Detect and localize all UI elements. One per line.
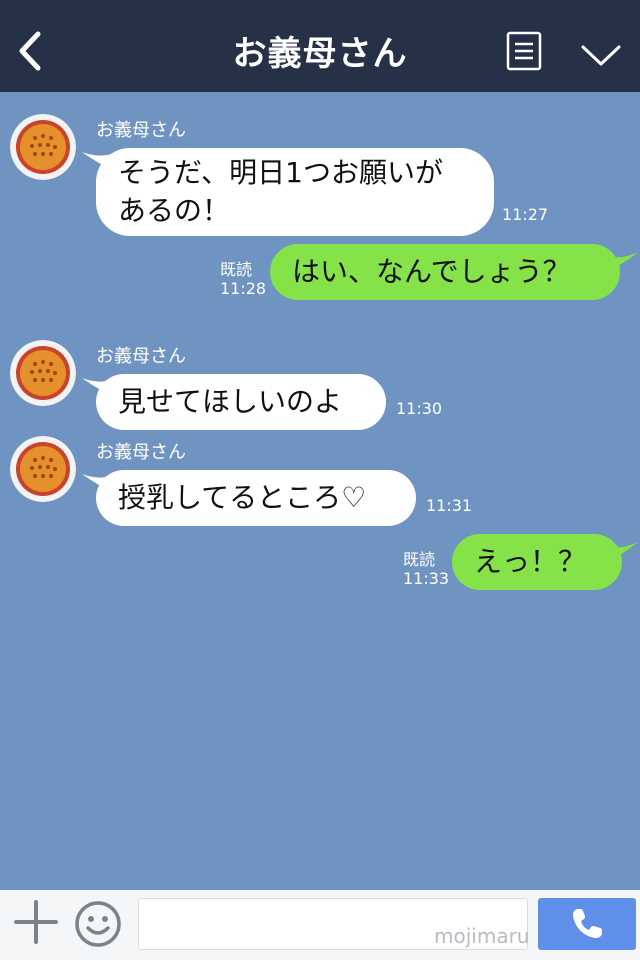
message-text: 見せてほしいのよ	[118, 385, 343, 418]
message-text: 授乳してるところ♡	[118, 481, 367, 514]
phone-icon	[573, 909, 602, 938]
message-bubble[interactable]: えっ！？	[452, 534, 622, 590]
sender-name: お義母さん	[96, 120, 186, 141]
message-time: 11:31	[426, 496, 473, 515]
message-time: 11:30	[396, 399, 443, 418]
read-label: 既読	[403, 550, 436, 569]
message-bubble[interactable]: はい、なんでしょう？	[270, 244, 620, 300]
menu-icon[interactable]	[506, 31, 542, 71]
chat-title: お義母さん	[232, 34, 408, 74]
read-label: 既読	[220, 260, 253, 279]
chat-header: お義母さん	[0, 0, 640, 92]
message-time: 11:33	[403, 569, 450, 588]
message-time: 11:28	[220, 279, 267, 298]
emoji-icon[interactable]	[74, 900, 122, 948]
avatar[interactable]	[10, 114, 76, 180]
message-line: あるの！	[118, 194, 231, 227]
message-bubble[interactable]: 授乳してるところ♡	[96, 470, 416, 526]
bubble-tail	[606, 252, 638, 272]
read-receipt: 既読 11:28	[220, 260, 266, 298]
chevron-down-icon[interactable]	[580, 42, 622, 68]
sender-name: お義母さん	[96, 442, 186, 463]
message-bubble[interactable]: 見せてほしいのよ	[96, 374, 386, 430]
avatar[interactable]	[10, 340, 76, 406]
chat-area[interactable]: お義母さん そうだ、明日1つお願いが あるの！ 11:27 既読 11:28 は…	[0, 92, 640, 890]
message-bubble[interactable]: そうだ、明日1つお願いが あるの！	[96, 148, 494, 236]
call-button[interactable]	[538, 898, 636, 950]
bubble-tail	[606, 542, 638, 562]
message-text: はい、なんでしょう？	[292, 255, 571, 288]
plus-icon[interactable]	[14, 900, 58, 944]
message-text: えっ！？	[474, 545, 587, 578]
message-time: 11:27	[502, 205, 549, 224]
read-receipt: 既読 11:33	[403, 550, 449, 588]
sender-name: お義母さん	[96, 346, 186, 367]
message-line: そうだ、明日1つお願いが	[118, 156, 443, 189]
avatar[interactable]	[10, 436, 76, 502]
watermark: mojimaru	[434, 924, 530, 948]
